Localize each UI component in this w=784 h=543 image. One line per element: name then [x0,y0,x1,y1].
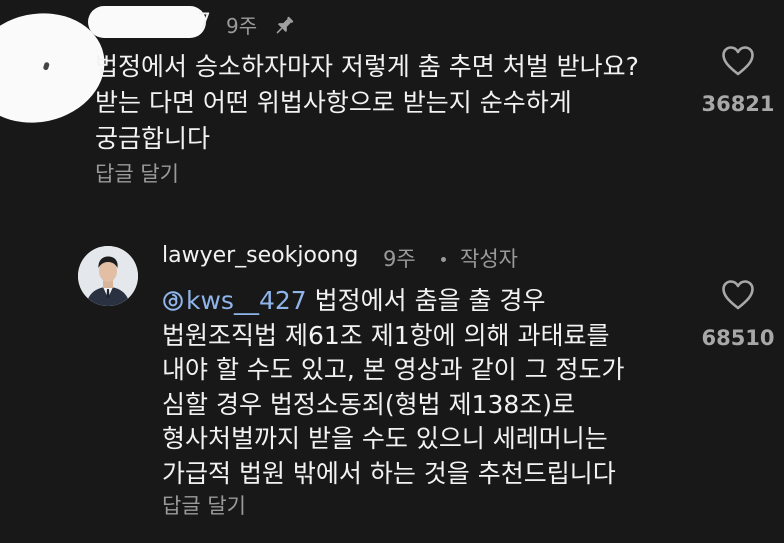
reply-line: 심할 경우 법정소동죄(형법 제138조)로 [162,389,576,419]
author-badge: 작성자 [460,247,518,271]
mention-handle: kws__427 [186,286,307,315]
like-count: 68510 [701,326,775,350]
reply-text: kws__427 법정에서 춤을 출 경우 법원조직법 제61조 제1항에 의해… [162,284,722,491]
comment-time: 9주 [226,14,258,38]
comment-line: 궁금합니다 [95,124,211,153]
comment-line: 받는 다면 어떤 위법사항으로 받는지 순수하게 [95,88,572,117]
reply-line: 형사처벌까지 받을 수도 있으니 세레머니는 [162,424,608,453]
comment-thread: 7 9주 법정에서 승소하자마자 저렇게 춤 추면 처벌 받나요? 받는 다면 … [0,0,784,543]
username-tail[interactable]: 7 [197,10,211,35]
redacted-username [88,6,206,38]
reply-line: kws__427 법정에서 춤을 출 경우 [162,284,722,319]
reply-line: 법원조직법 제61조 제1항에 의해 과태료를 [162,320,610,350]
reply-first-line: 법정에서 춤을 출 경우 [306,286,546,315]
comment-text: 법정에서 승소하자마자 저렇게 춤 추면 처벌 받나요? 받는 다면 어떤 위법… [95,49,695,157]
pin-icon [276,16,294,34]
reply-button[interactable]: 답글 달기 [162,490,246,520]
reply-time: 9주 [383,247,416,271]
mention-link[interactable]: kws__427 [162,286,307,315]
threads-at-icon [163,291,183,311]
profile-photo [78,246,138,306]
heart-outline-icon[interactable] [721,279,755,311]
avatar-speck [42,61,50,71]
avatar[interactable] [78,246,138,306]
reply-username[interactable]: lawyer_seokjoong [162,243,358,268]
reply-line: 내야 할 수도 있고, 본 영상과 같이 그 정도가 [162,355,625,384]
like-count: 36821 [701,92,775,116]
reply-button[interactable]: 답글 달기 [95,158,179,188]
reply-line: 가급적 법원 밖에서 하는 것을 추천드립니다 [162,458,616,488]
separator-dot [441,257,446,262]
comment-line: 법정에서 승소하자마자 저렇게 춤 추면 처벌 받나요? [95,52,639,81]
heart-outline-icon[interactable] [721,45,755,77]
